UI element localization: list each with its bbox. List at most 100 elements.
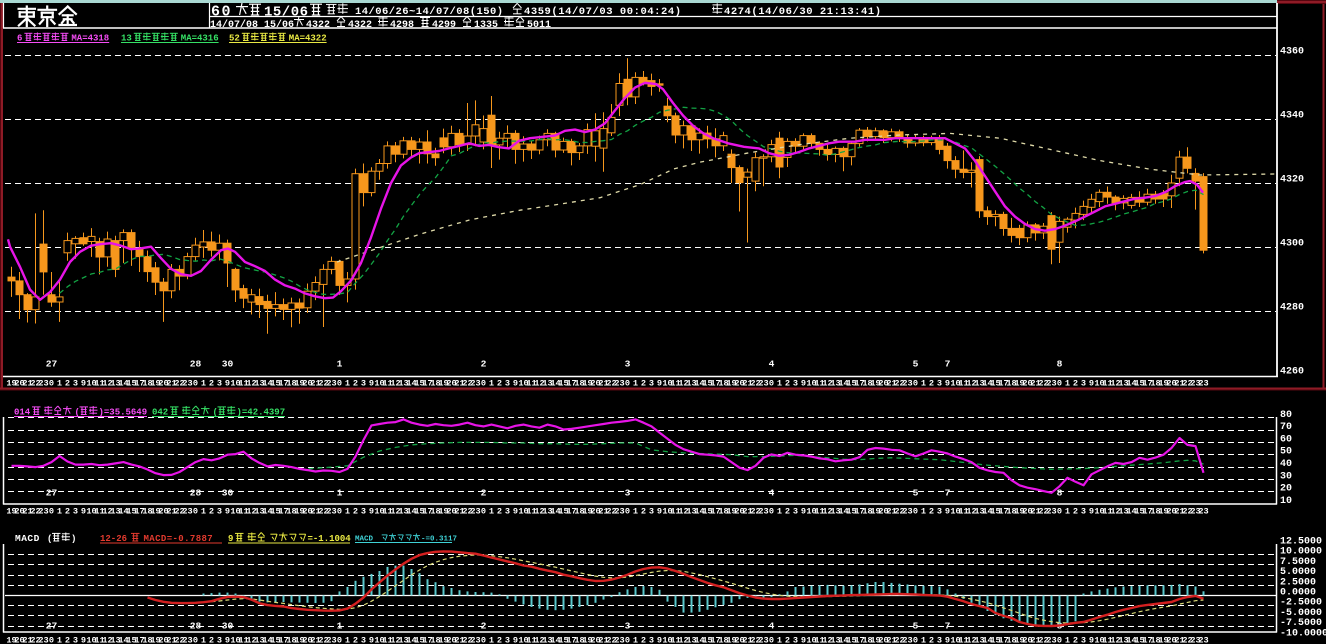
svg-text:1: 1 [337,621,343,632]
svg-text:7: 7 [945,488,951,499]
svg-text:2: 2 [497,636,502,644]
svg-text:14/06/26~14/07/08(150): 14/06/26~14/07/08(150) [355,6,504,18]
svg-text:7: 7 [945,359,951,370]
svg-text:1: 1 [921,507,926,517]
svg-text:9: 9 [513,379,518,389]
svg-text:4299: 4299 [432,20,456,31]
svg-text:2: 2 [785,636,790,644]
svg-text:9: 9 [81,636,86,644]
svg-text:3: 3 [361,636,366,644]
svg-text:1: 1 [57,507,62,517]
svg-text:3: 3 [505,507,510,517]
svg-text:4320: 4320 [1280,175,1304,186]
svg-text:0: 0 [769,636,774,644]
svg-text:2: 2 [353,507,358,517]
svg-text:9: 9 [1089,379,1094,389]
svg-text:1: 1 [57,636,62,644]
svg-text:28: 28 [190,359,202,370]
svg-text:2: 2 [1073,507,1078,517]
svg-text:2: 2 [481,621,487,632]
svg-text:9: 9 [657,507,662,517]
svg-text:9: 9 [225,379,230,389]
svg-text:1: 1 [345,507,350,517]
svg-text:1: 1 [633,507,638,517]
svg-text:0: 0 [625,507,630,517]
svg-text:9: 9 [369,379,374,389]
svg-text:0: 0 [625,379,630,389]
svg-text:23: 23 [758,636,768,644]
svg-text:27: 27 [46,488,58,499]
svg-text:1: 1 [489,507,494,517]
svg-text:1: 1 [337,359,343,370]
svg-text:3: 3 [505,379,510,389]
svg-text:23: 23 [902,507,912,517]
svg-text:9: 9 [657,636,662,644]
svg-text:9: 9 [225,636,230,644]
svg-text:23: 23 [326,379,336,389]
svg-text:1: 1 [337,488,343,499]
svg-text:23: 23 [614,507,624,517]
svg-text:0: 0 [1057,507,1062,517]
svg-text:23: 23 [182,507,192,517]
svg-text:23: 23 [902,636,912,644]
svg-text:9: 9 [801,636,806,644]
svg-text:(: ( [47,534,52,544]
svg-text:0: 0 [337,507,342,517]
svg-text:0: 0 [481,379,486,389]
svg-text:3: 3 [505,636,510,644]
svg-text:23: 23 [326,636,336,644]
svg-text:0: 0 [769,507,774,517]
svg-text:0: 0 [337,636,342,644]
svg-text:23: 23 [38,636,48,644]
svg-text:1: 1 [777,507,782,517]
svg-text:8: 8 [1057,359,1063,370]
svg-text:2: 2 [497,379,502,389]
svg-text:0: 0 [1057,636,1062,644]
svg-text:1: 1 [777,636,782,644]
svg-text:1: 1 [1065,507,1070,517]
svg-text:3: 3 [73,379,78,389]
svg-text:3: 3 [217,507,222,517]
svg-text:60: 60 [1280,434,1292,445]
svg-text:0: 0 [193,507,198,517]
svg-text:0: 0 [49,636,54,644]
svg-text:1: 1 [921,636,926,644]
svg-text:1: 1 [633,379,638,389]
svg-text:2: 2 [353,636,358,644]
svg-text:MACD: MACD [15,533,40,544]
svg-text:9: 9 [369,636,374,644]
svg-text:30: 30 [1280,471,1292,482]
svg-text:4322: 4322 [306,20,330,31]
svg-text:1: 1 [1065,379,1070,389]
svg-text:9: 9 [945,507,950,517]
svg-text:3: 3 [361,507,366,517]
svg-text:0: 0 [913,507,918,517]
svg-text:23: 23 [902,379,912,389]
svg-text:3: 3 [793,379,798,389]
svg-text:4359(14/07/03 00:04:24): 4359(14/07/03 00:04:24) [524,6,682,18]
svg-text:40: 40 [1280,459,1292,470]
svg-text:1: 1 [633,636,638,644]
svg-text:23: 23 [1198,636,1208,644]
svg-text:27: 27 [46,621,58,632]
svg-text:9: 9 [945,636,950,644]
svg-text:23: 23 [470,379,480,389]
svg-text:1: 1 [489,636,494,644]
svg-text:1: 1 [1065,636,1070,644]
svg-text:1: 1 [777,379,782,389]
svg-text:1: 1 [201,636,206,644]
svg-text:28: 28 [190,488,202,499]
svg-text:2: 2 [929,379,934,389]
svg-text:23: 23 [614,379,624,389]
svg-text:2: 2 [65,636,70,644]
svg-text:1: 1 [201,507,206,517]
svg-text:20: 20 [1280,484,1292,495]
svg-text:2: 2 [785,507,790,517]
svg-text:9: 9 [801,379,806,389]
svg-text:4274(14/06/30 21:13:41): 4274(14/06/30 21:13:41) [724,6,882,18]
svg-text:0: 0 [49,379,54,389]
svg-text:): ) [71,534,76,544]
svg-text:0: 0 [913,379,918,389]
svg-text:2: 2 [785,379,790,389]
svg-text:9: 9 [1089,507,1094,517]
